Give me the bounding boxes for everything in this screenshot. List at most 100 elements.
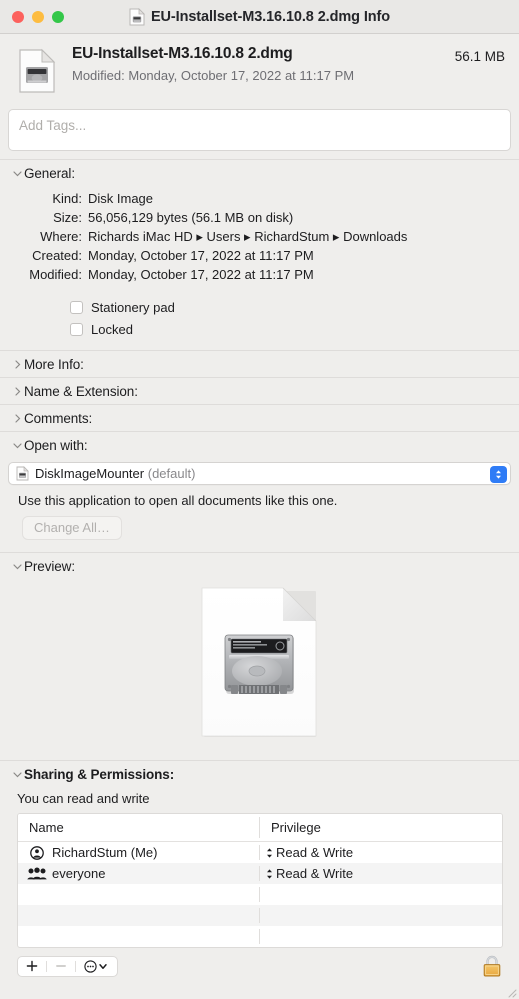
permission-privilege-cell[interactable]: Read & Write <box>260 845 502 860</box>
window-resize-grip[interactable] <box>505 985 517 998</box>
section-header-open-with[interactable]: Open with: <box>0 432 519 458</box>
default-app-name: DiskImageMounter <box>35 466 145 481</box>
permission-user-name: everyone <box>52 866 106 881</box>
permissions-toolbar <box>0 948 519 978</box>
action-menu-button[interactable] <box>76 957 117 976</box>
get-info-window: EU-Installset-M3.16.10.8 2.dmg Info EU-I… <box>0 0 519 999</box>
section-title-more-info: More Info: <box>24 356 84 372</box>
chevron-down-icon <box>99 963 107 969</box>
info-row-modified: Modified: Monday, October 17, 2022 at 11… <box>0 265 519 284</box>
window-title: EU-Installset-M3.16.10.8 2.dmg Info <box>150 8 391 25</box>
column-header-privilege[interactable]: Privilege <box>260 820 502 835</box>
checkbox-locked[interactable] <box>70 322 83 336</box>
chevron-down-icon <box>10 169 24 178</box>
section-title-name-extension: Name & Extension: <box>24 383 138 399</box>
info-row-created: Created: Monday, October 17, 2022 at 11:… <box>0 246 519 265</box>
section-title-open-with: Open with: <box>24 437 88 453</box>
section-header-more-info[interactable]: More Info: <box>0 351 519 377</box>
table-row[interactable]: everyone Read & Write <box>18 863 502 884</box>
info-value: Richards iMac HD ▸ Users ▸ RichardStum ▸… <box>88 229 408 244</box>
minimize-button[interactable] <box>32 10 44 23</box>
permission-user-cell[interactable]: RichardStum (Me) <box>18 845 259 860</box>
default-app-suffix: (default) <box>147 466 196 481</box>
default-app-dropdown[interactable]: DiskImageMounter (default) <box>8 462 511 485</box>
table-row[interactable] <box>18 905 502 926</box>
chevron-up-down-icon[interactable] <box>266 847 273 859</box>
permissions-table: Name Privilege RichardStum (Me) Read & W… <box>17 813 503 948</box>
chevron-right-icon <box>10 359 24 369</box>
section-header-general[interactable]: General: <box>0 160 519 186</box>
permission-user-cell[interactable]: everyone <box>18 866 259 881</box>
sharing-status-text: You can read and write <box>17 791 150 806</box>
traffic-light-buttons <box>0 10 64 23</box>
section-header-preview[interactable]: Preview: <box>0 553 519 579</box>
minus-icon <box>56 965 66 967</box>
checkbox-row-stationery-pad[interactable]: Stationery pad <box>70 296 519 318</box>
file-modified-line: Modified: Monday, October 17, 2022 at 11… <box>72 68 355 83</box>
general-body: Kind: Disk Image Size: 56,056,129 bytes … <box>0 186 519 350</box>
permissions-segmented-controls <box>17 955 118 977</box>
info-key: Where: <box>40 229 82 244</box>
checkbox-stationery-pad[interactable] <box>70 300 83 314</box>
close-button[interactable] <box>12 10 24 23</box>
chevron-down-icon <box>10 770 24 779</box>
column-divider <box>259 929 260 944</box>
chevron-down-icon <box>10 562 24 571</box>
dmg-document-icon <box>16 466 29 481</box>
default-app-label: DiskImageMounter (default) <box>35 466 195 481</box>
file-icon[interactable] <box>18 48 60 99</box>
section-title-comments: Comments: <box>24 410 93 426</box>
preview-body <box>0 579 519 760</box>
dmg-document-icon <box>129 7 145 26</box>
permission-privilege-value: Read & Write <box>276 845 354 860</box>
column-divider <box>259 887 260 902</box>
lock-closed-icon[interactable] <box>481 954 503 978</box>
zoom-button[interactable] <box>52 10 64 23</box>
remove-user-button[interactable] <box>47 957 75 976</box>
window-titlebar: EU-Installset-M3.16.10.8 2.dmg Info <box>0 0 519 34</box>
add-user-button[interactable] <box>18 957 46 976</box>
file-name: EU-Installset-M3.16.10.8 2.dmg <box>72 45 293 62</box>
chevron-up-down-icon[interactable] <box>266 868 273 880</box>
section-header-name-extension[interactable]: Name & Extension: <box>0 378 519 404</box>
preview-thumbnail <box>200 587 320 744</box>
checkbox-row-locked[interactable]: Locked <box>70 318 519 340</box>
column-header-name[interactable]: Name <box>18 820 259 835</box>
info-key: Created: <box>32 248 82 263</box>
table-row[interactable]: RichardStum (Me) Read & Write <box>18 842 502 863</box>
general-checkboxes: Stationery pad Locked <box>0 284 519 340</box>
table-row[interactable] <box>18 926 502 947</box>
info-key: Kind: <box>52 191 82 206</box>
column-divider <box>259 908 260 923</box>
user-circle-icon <box>27 845 47 860</box>
checkbox-label: Stationery pad <box>91 299 175 315</box>
open-with-note: Use this application to open all documen… <box>18 493 338 508</box>
chevron-down-icon <box>10 441 24 450</box>
window-title-group: EU-Installset-M3.16.10.8 2.dmg Info <box>0 7 519 26</box>
open-with-body: DiskImageMounter (default) Use this appl… <box>0 458 519 552</box>
tags-input[interactable]: Add Tags... <box>8 109 511 151</box>
info-row-size: Size: 56,056,129 bytes (56.1 MB on disk) <box>0 208 519 227</box>
permission-privilege-cell[interactable]: Read & Write <box>260 866 502 881</box>
section-title-preview: Preview: <box>24 558 75 574</box>
file-size: 56.1 MB <box>454 49 505 64</box>
file-summary-header: EU-Installset-M3.16.10.8 2.dmg Modified:… <box>0 34 519 107</box>
chevron-right-icon <box>10 386 24 396</box>
table-row[interactable] <box>18 884 502 905</box>
info-row-kind: Kind: Disk Image <box>0 189 519 208</box>
info-value: Disk Image <box>88 191 154 206</box>
tags-placeholder: Add Tags... <box>19 118 87 133</box>
chevron-up-down-icon[interactable] <box>490 465 507 483</box>
ellipsis-circle-icon <box>84 959 97 973</box>
change-all-button[interactable]: Change All… <box>22 516 122 540</box>
group-people-icon <box>27 867 47 880</box>
info-row-where: Where: Richards iMac HD ▸ Users ▸ Richar… <box>0 227 519 246</box>
info-value: Monday, October 17, 2022 at 11:17 PM <box>88 248 314 263</box>
section-header-comments[interactable]: Comments: <box>0 405 519 431</box>
chevron-right-icon <box>10 413 24 423</box>
file-meta: EU-Installset-M3.16.10.8 2.dmg Modified:… <box>60 44 447 85</box>
info-key: Modified: <box>29 267 82 282</box>
permission-user-name: RichardStum (Me) <box>52 845 158 860</box>
section-header-sharing-permissions[interactable]: Sharing & Permissions: <box>0 761 519 787</box>
info-value: Monday, October 17, 2022 at 11:17 PM <box>88 267 314 282</box>
